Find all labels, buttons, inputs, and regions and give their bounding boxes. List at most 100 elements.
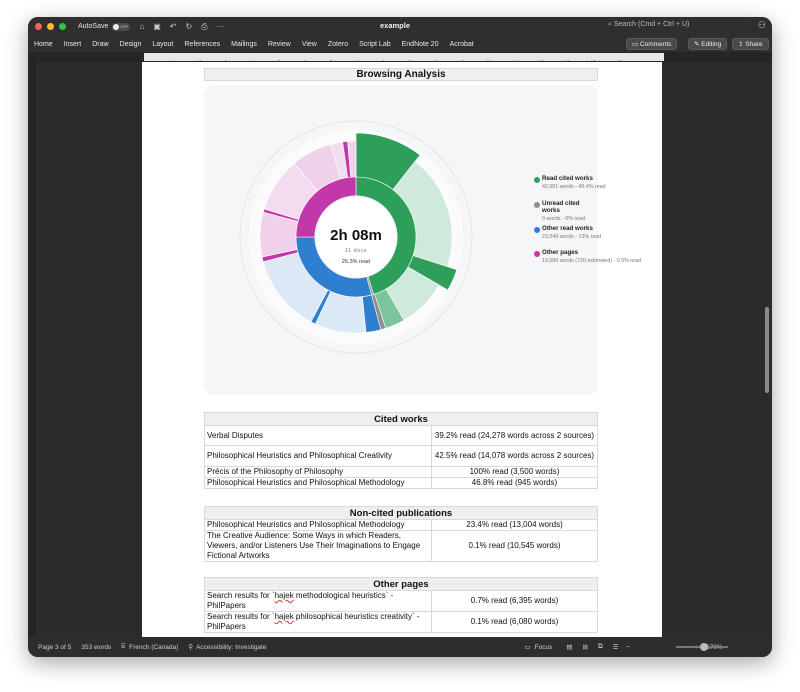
language[interactable]: French (Canada) <box>129 644 178 651</box>
tab-script-lab[interactable]: Script Lab <box>359 41 391 48</box>
tab-acrobat[interactable]: Acrobat <box>450 41 474 48</box>
legend-read-cited: Read cited works 42,601 words - 45.4% re… <box>534 175 606 190</box>
misspelled-word[interactable]: hajek <box>275 612 294 621</box>
zoom-out-icon[interactable]: − <box>626 644 630 651</box>
ribbon-tabs: Home Insert Draw Design Layout Reference… <box>28 36 772 52</box>
noncited-table: Non-cited publications Philosophical Heu… <box>204 506 598 562</box>
misspelled-word[interactable]: hajek <box>275 591 294 600</box>
other-pages-table: Other pages Search results for `hajek me… <box>204 577 598 633</box>
autosave-toggle[interactable]: OFF <box>112 22 131 31</box>
legend-dot <box>534 177 540 183</box>
legend-title: Unread cited works <box>542 200 580 214</box>
row-title: Philosophical Heuristics and Philosophic… <box>204 477 432 489</box>
print-icon[interactable]: ⎙ <box>201 22 207 32</box>
outline-icon[interactable]: ☰ <box>613 643 619 651</box>
accessibility-status[interactable]: Accessibility: Investigate <box>196 644 266 651</box>
zoom-slider-thumb[interactable] <box>700 643 708 651</box>
zoom-window-button[interactable] <box>59 23 66 30</box>
editing-label: Editing <box>701 40 722 48</box>
legend-other-read: Other read works 23,549 words - 13% read <box>534 225 602 240</box>
save-icon[interactable]: ▣ <box>153 22 161 31</box>
tab-home[interactable]: Home <box>34 41 53 48</box>
tab-view[interactable]: View <box>302 41 317 48</box>
center-docs: 11 docs <box>345 248 367 254</box>
accessibility-icon[interactable]: ⚲ <box>188 643 193 651</box>
legend-title: Other read works <box>542 225 593 232</box>
comments-label: Comments <box>639 40 672 48</box>
row-title: Précis of the Philosophy of Philosophy <box>204 466 432 478</box>
redo-icon[interactable]: ↻ <box>185 22 192 31</box>
ruler-scale: 123456789101112131415161718 <box>144 53 664 67</box>
browsing-analysis-title: Browsing Analysis <box>204 68 598 81</box>
table-row: Philosophical Heuristics and Philosophic… <box>204 477 598 489</box>
title-bar: AutoSave OFF ⌂ ▣ ↶ ↻ ⎙ ··· example ⌕ Sea… <box>28 17 772 36</box>
browsing-chart-card: 2h 08m 11 docs 26.3% read Read cited wor… <box>204 85 641 395</box>
vertical-scrollbar[interactable] <box>765 307 769 393</box>
share-icon: ⇪ <box>738 41 746 48</box>
table-row: The Creative Audience: Some Ways in whic… <box>204 530 598 562</box>
row-title: Search results for `hajek philosophical … <box>204 611 432 633</box>
document-page[interactable]: Browsing Analysis 2h 08m 11 docs 26.3% r… <box>142 62 662 637</box>
document-title[interactable]: example <box>380 21 410 30</box>
search-placeholder: Search (Cmd + Ctrl + U) <box>613 21 690 28</box>
editing-button[interactable]: ✎ Editing <box>688 38 728 50</box>
sunburst-chart: 2h 08m 11 docs 26.3% read <box>239 120 473 354</box>
legend-sub: 23,549 words - 13% read <box>542 234 602 240</box>
comment-icon: ▭ <box>632 41 640 48</box>
minimize-window-button[interactable] <box>47 23 54 30</box>
tab-draw[interactable]: Draw <box>92 41 108 48</box>
share-people-icon[interactable]: ⚇ <box>758 20 766 31</box>
word-count[interactable]: 353 words <box>81 644 111 651</box>
tab-mailings[interactable]: Mailings <box>231 41 257 48</box>
center-read: 26.3% read <box>342 259 370 265</box>
autosave-state: OFF <box>120 24 129 29</box>
tab-review[interactable]: Review <box>268 41 291 48</box>
table-row: Philosophical Heuristics and Philosophic… <box>204 445 598 467</box>
search-box[interactable]: ⌕ Search (Cmd + Ctrl + U) <box>608 21 689 29</box>
table-row: Philosophical Heuristics and Philosophic… <box>204 519 598 531</box>
print-layout-icon[interactable]: ▤ <box>566 643 572 651</box>
row-value: 46.8% read (945 words) <box>431 477 598 489</box>
cited-works-table: Cited works Verbal Disputes 39.2% read (… <box>204 412 598 489</box>
tab-layout[interactable]: Layout <box>152 41 173 48</box>
page-count[interactable]: Page 3 of 5 <box>38 644 71 651</box>
table-row: Verbal Disputes 39.2% read (24,278 words… <box>204 425 598 446</box>
more-icon[interactable]: ··· <box>217 22 225 31</box>
autosave-label: AutoSave <box>78 23 109 30</box>
other-pages-header: Other pages <box>204 577 598 591</box>
row-title: Philosophical Heuristics and Philosophic… <box>204 445 432 467</box>
table-row: Précis of the Philosophy of Philosophy 1… <box>204 466 598 478</box>
legend-dot <box>534 202 540 208</box>
title-part: Search results for ` <box>207 591 275 600</box>
share-label: Share <box>745 40 763 48</box>
web-layout-icon[interactable]: ⊞ <box>583 643 588 651</box>
horizontal-ruler[interactable]: 123456789101112131415161718 <box>28 52 772 67</box>
home-icon[interactable]: ⌂ <box>139 22 144 31</box>
vertical-ruler[interactable] <box>28 62 36 637</box>
row-value: 23.4% read (13,004 words) <box>431 519 598 531</box>
undo-icon[interactable]: ↶ <box>170 22 177 31</box>
cited-works-header: Cited works <box>204 412 598 426</box>
center-time: 2h 08m <box>330 227 382 244</box>
focus-label[interactable]: Focus <box>535 644 553 651</box>
status-bar: Page 3 of 5 353 words ⌸ French (Canada) … <box>28 637 772 657</box>
table-row: Search results for `hajek philosophical … <box>204 611 598 633</box>
legend-dot <box>534 227 540 233</box>
tab-zotero[interactable]: Zotero <box>328 41 348 48</box>
tab-design[interactable]: Design <box>120 41 142 48</box>
legend-other-pages: Other pages 19,589 words (720 estimated)… <box>534 249 641 264</box>
row-title: Search results for `hajek methodological… <box>204 590 432 612</box>
row-value: 0.7% read (6,395 words) <box>431 590 598 612</box>
read-mode-icon[interactable]: ⧉ <box>598 643 603 651</box>
table-row: Search results for `hajek methodological… <box>204 590 598 612</box>
share-button[interactable]: ⇪ Share <box>732 38 769 50</box>
tab-endnote[interactable]: EndNote 20 <box>402 41 439 48</box>
comments-button[interactable]: ▭ Comments <box>626 38 678 50</box>
tab-references[interactable]: References <box>184 41 220 48</box>
proofing-icon[interactable]: ⌸ <box>121 643 125 651</box>
legend-sub: 42,601 words - 45.4% read <box>542 184 606 190</box>
close-window-button[interactable] <box>35 23 42 30</box>
tab-insert[interactable]: Insert <box>64 41 82 48</box>
focus-icon[interactable]: ▭ <box>525 643 531 651</box>
title-part: Search results for ` <box>207 612 275 621</box>
